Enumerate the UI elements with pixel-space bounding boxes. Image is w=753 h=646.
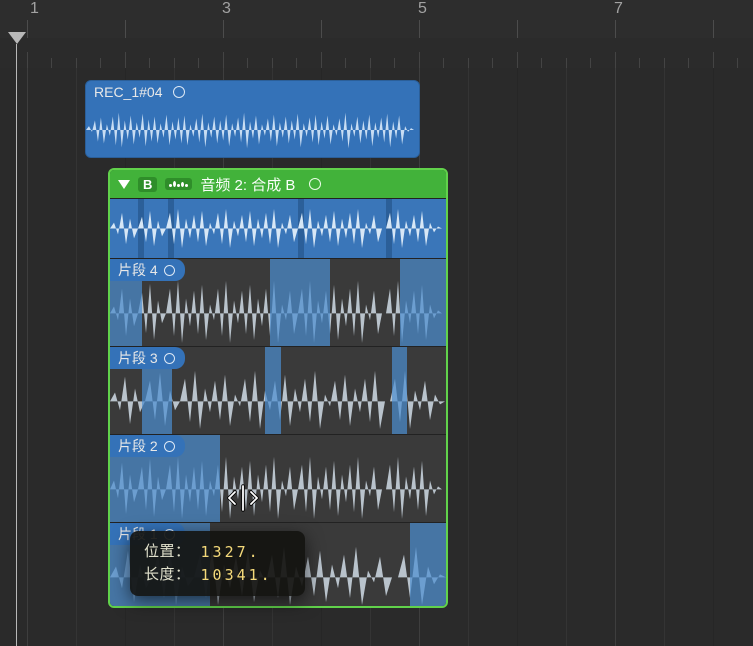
region-header[interactable]: REC_1#04	[86, 81, 419, 103]
take-label: 片段 4	[118, 259, 158, 281]
tooltip-length-label: 长度：	[144, 564, 191, 587]
waveform	[86, 103, 419, 157]
tooltip-length-value: 10341.	[201, 564, 273, 587]
take-badge[interactable]: 片段 2	[110, 435, 185, 457]
take-lane[interactable]: 片段 4	[110, 258, 446, 346]
comp-lane[interactable]	[110, 198, 446, 258]
take-label: 片段 2	[118, 435, 158, 457]
region-name: REC_1#04	[94, 81, 163, 103]
ruler-number: 1	[30, 0, 39, 18]
timeline-ruler[interactable]: 1 3 5 7	[0, 0, 753, 38]
info-tooltip: 位置： 1327. 长度： 10341.	[130, 531, 305, 596]
ruler-number: 3	[222, 0, 231, 18]
take-badge[interactable]: 片段 3	[110, 347, 185, 369]
timeline-sub-ruler[interactable]	[0, 38, 753, 68]
waveform	[110, 199, 446, 258]
loop-indicator-icon	[164, 265, 175, 276]
loop-indicator-icon	[309, 178, 321, 190]
take-badge[interactable]: 片段 4	[110, 259, 185, 281]
quick-swipe-badge[interactable]: B	[138, 177, 157, 192]
take-folder-title: 音频 2: 合成 B	[200, 174, 295, 195]
comp-selection[interactable]	[400, 259, 446, 346]
take-folder-header[interactable]: B 音频 2: 合成 B	[110, 170, 446, 198]
audio-region-rec1[interactable]: REC_1#04	[85, 80, 420, 158]
comp-selection[interactable]	[270, 259, 330, 346]
take-label: 片段 3	[118, 347, 158, 369]
loop-indicator-icon	[164, 441, 175, 452]
tooltip-position-label: 位置：	[144, 541, 191, 564]
comp-selection[interactable]	[410, 523, 446, 608]
loop-indicator-icon	[164, 353, 175, 364]
tooltip-position-value: 1327.	[201, 541, 261, 564]
loop-indicator-icon	[173, 86, 185, 98]
comp-selection[interactable]	[392, 347, 407, 434]
ruler-number: 5	[418, 0, 427, 18]
playhead-marker[interactable]	[8, 32, 26, 44]
take-lane[interactable]: 片段 3	[110, 346, 446, 434]
comp-selection[interactable]	[265, 347, 281, 434]
ruler-number: 7	[614, 0, 623, 18]
take-lane[interactable]: 片段 2	[110, 434, 446, 522]
disclosure-triangle-icon[interactable]	[118, 180, 130, 189]
tracks-area[interactable]: REC_1#04 B 音频 2: 合成 B	[0, 68, 753, 646]
flex-icon[interactable]	[165, 178, 192, 190]
tracks-workspace[interactable]: 1 3 5 7	[0, 0, 753, 646]
